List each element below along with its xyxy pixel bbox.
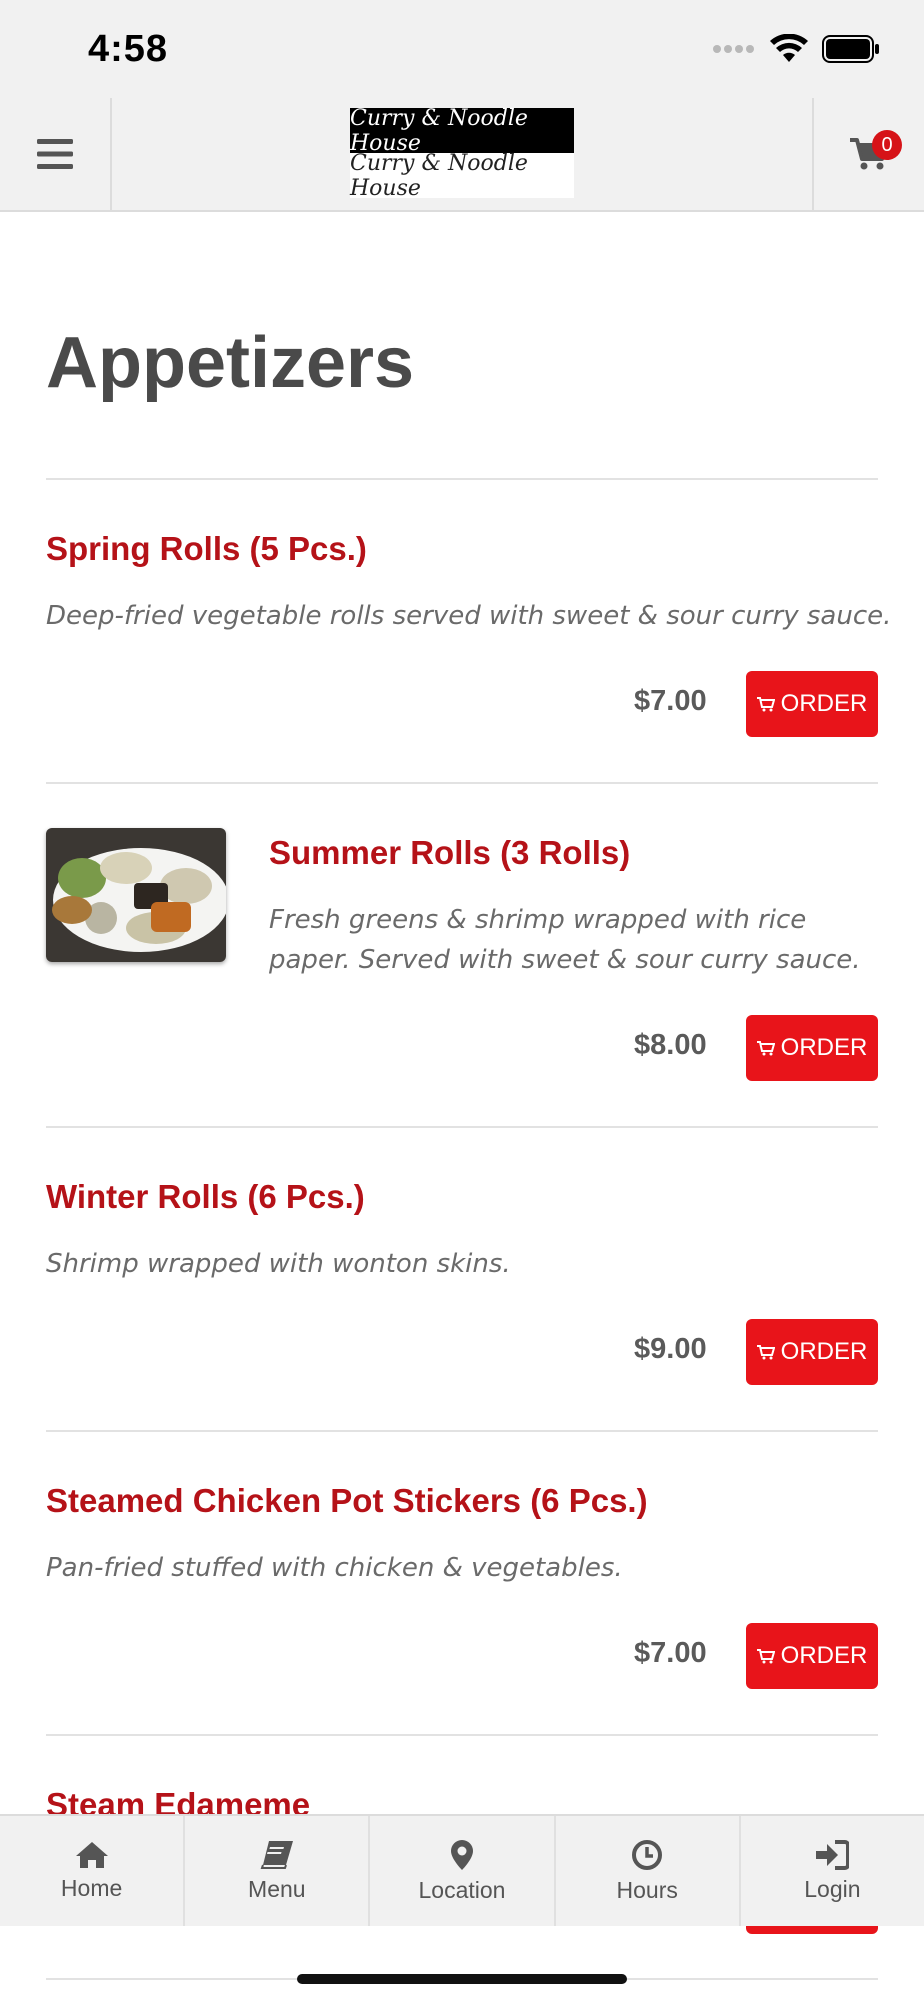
order-button[interactable]: ORDER xyxy=(746,1623,878,1689)
order-button[interactable]: ORDER xyxy=(746,1015,878,1081)
battery-icon xyxy=(822,35,879,63)
item-name[interactable]: Summer Rolls (3 Rolls) xyxy=(269,834,630,872)
app-header: Curry & Noodle House Curry & Noodle Hous… xyxy=(0,98,924,212)
item-divider xyxy=(46,1734,878,1736)
item-description: Deep-fried vegetable rolls served with s… xyxy=(46,601,892,631)
page-title: Appetizers xyxy=(46,323,415,403)
sign-in-icon xyxy=(816,1839,850,1870)
cart-icon xyxy=(756,697,775,712)
item-name[interactable]: Spring Rolls (5 Pcs.) xyxy=(46,530,367,568)
wifi-icon xyxy=(770,34,808,62)
map-pin-icon xyxy=(451,1839,473,1870)
order-button-label: ORDER xyxy=(780,690,868,717)
cellular-signal-icon xyxy=(713,45,754,53)
hamburger-icon xyxy=(37,139,73,169)
tab-home[interactable]: Home xyxy=(0,1816,186,1926)
tab-label: Login xyxy=(804,1875,861,1902)
tab-label: Hours xyxy=(616,1876,678,1903)
tab-hours[interactable]: Hours xyxy=(556,1816,741,1926)
order-button-label: ORDER xyxy=(780,1034,868,1061)
tab-label: Home xyxy=(60,1874,123,1901)
logo-line-2: Curry & Noodle House xyxy=(350,150,528,201)
tab-label: Location xyxy=(418,1876,506,1903)
menu-toggle-button[interactable] xyxy=(0,98,112,210)
item-description-line-2: paper. Served with sweet & sour curry sa… xyxy=(269,945,861,975)
item-name[interactable]: Winter Rolls (6 Pcs.) xyxy=(46,1178,365,1216)
order-button-partial[interactable] xyxy=(746,1926,878,1934)
item-divider xyxy=(46,1430,878,1432)
home-icon xyxy=(75,1841,108,1868)
section-divider xyxy=(46,478,878,480)
order-button-label: ORDER xyxy=(780,1642,868,1669)
item-price: $7.00 xyxy=(634,1637,707,1669)
cart-icon xyxy=(756,1345,775,1360)
book-icon xyxy=(260,1840,293,1869)
clock-icon xyxy=(632,1839,663,1870)
tab-menu[interactable]: Menu xyxy=(185,1816,371,1926)
bottom-tab-bar: Home Menu Location Hours Login xyxy=(0,1814,924,1926)
cart-icon xyxy=(756,1041,775,1056)
cart-button[interactable]: 0 xyxy=(812,98,924,210)
summer-rolls-photo[interactable] xyxy=(46,828,226,962)
order-button[interactable]: ORDER xyxy=(746,671,878,737)
item-price: $7.00 xyxy=(634,685,707,717)
item-name[interactable]: Steamed Chicken Pot Stickers (6 Pcs.) xyxy=(46,1482,648,1520)
order-button-label: ORDER xyxy=(780,1338,868,1365)
restaurant-logo[interactable]: Curry & Noodle House Curry & Noodle Hous… xyxy=(350,106,574,201)
home-indicator[interactable] xyxy=(297,1974,627,1984)
status-icons xyxy=(712,32,880,66)
item-description-line-1: Fresh greens & shrimp wrapped with rice xyxy=(269,905,807,935)
cart-icon xyxy=(756,1649,775,1664)
item-description: Pan-fried stuffed with chicken & vegetab… xyxy=(46,1553,623,1583)
status-time: 4:58 xyxy=(88,28,169,70)
status-bar: 4:58 xyxy=(0,0,924,98)
food-image xyxy=(46,828,226,962)
tab-location[interactable]: Location xyxy=(370,1816,556,1926)
item-price: $8.00 xyxy=(634,1029,707,1061)
logo-line-1: Curry & Noodle House xyxy=(350,106,574,156)
cart-count-badge: 0 xyxy=(872,130,902,160)
tab-login[interactable]: Login xyxy=(741,1816,924,1926)
order-button[interactable]: ORDER xyxy=(746,1319,878,1385)
item-divider xyxy=(46,782,878,784)
tab-label: Menu xyxy=(248,1875,306,1902)
item-price: $9.00 xyxy=(634,1333,707,1365)
item-divider xyxy=(46,1126,878,1128)
item-description: Shrimp wrapped with wonton skins. xyxy=(46,1249,511,1279)
